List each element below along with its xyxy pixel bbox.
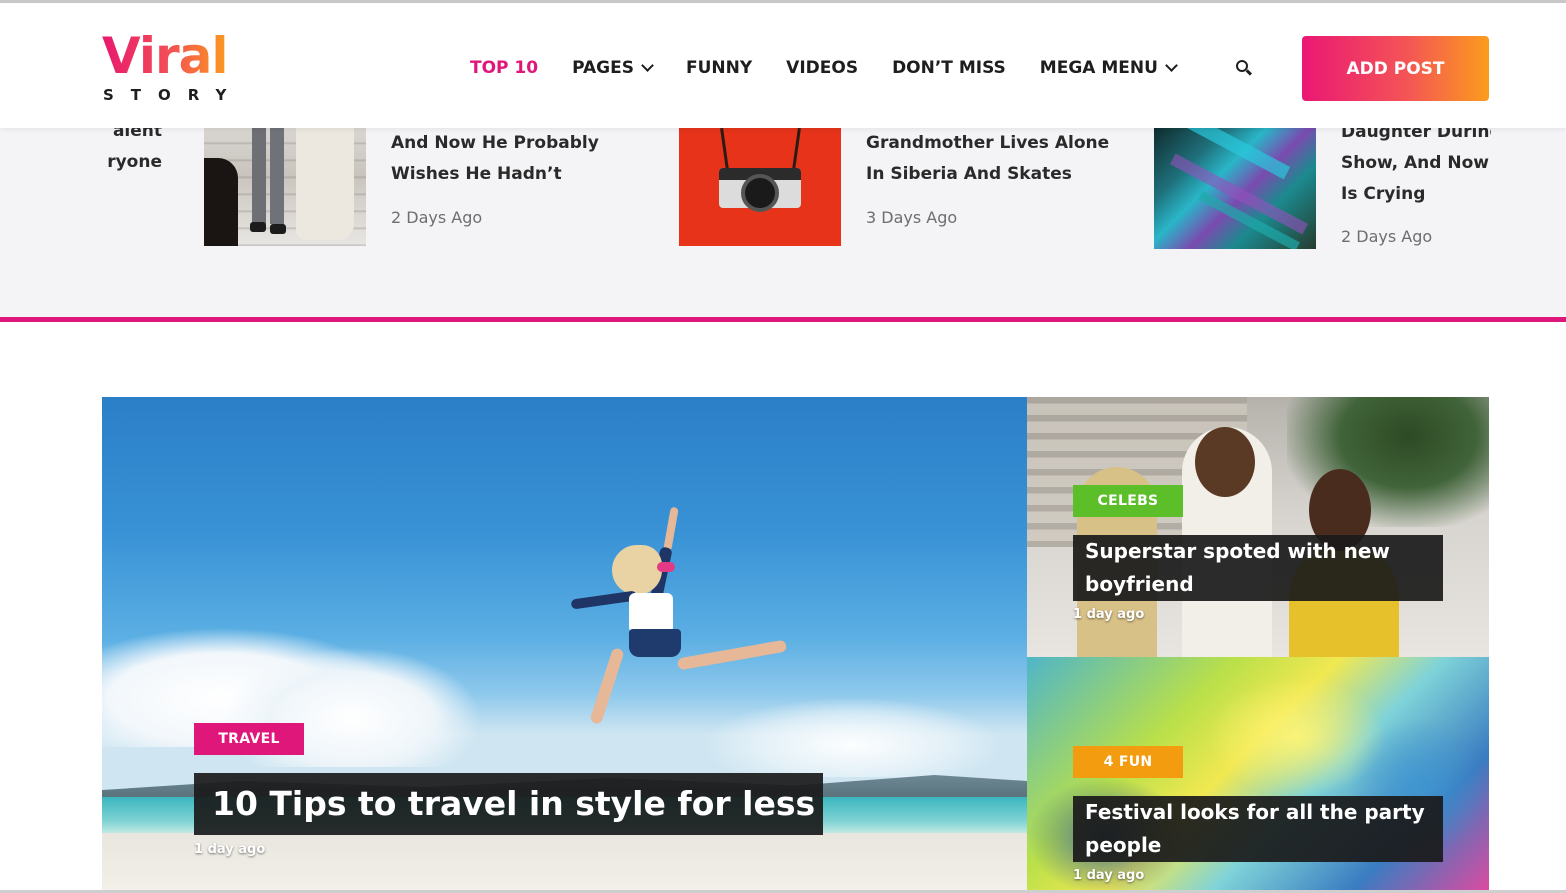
nav-item-label: TOP 10 — [470, 58, 539, 78]
trending-item-time: 2 Days Ago — [391, 208, 483, 227]
featured-main-title[interactable]: 10 Tips to travel in style for less — [194, 773, 823, 835]
main-nav: TOP 10 PAGES FUNNY VIDEOS DON’T MISS MEG… — [470, 56, 1210, 80]
nav-item-label: PAGES — [572, 58, 634, 78]
section-divider — [0, 317, 1566, 322]
nav-item-pages[interactable]: PAGES — [572, 58, 654, 78]
nav-item-videos[interactable]: VIDEOS — [786, 58, 858, 78]
add-post-button[interactable]: ADD POST — [1302, 36, 1489, 101]
nav-item-dont-miss[interactable]: DON’T MISS — [892, 58, 1006, 78]
site-header: Viral STORY TOP 10 PAGES FUNNY VIDEOS DO… — [0, 3, 1566, 128]
featured-side-time: 1 day ago — [1073, 868, 1145, 883]
featured-side-title[interactable]: Festival looks for all the party people — [1073, 796, 1443, 862]
chevron-down-icon — [641, 59, 654, 72]
trending-item-image[interactable] — [204, 128, 366, 246]
trending-item-time: 3 Days Ago — [866, 208, 958, 227]
search-icon-handle — [1245, 69, 1253, 76]
featured-side-title[interactable]: Superstar spoted with new boyfriend — [1073, 535, 1443, 601]
nav-item-top-10[interactable]: TOP 10 — [470, 58, 538, 78]
trending-item-title: alent ryone — [107, 128, 162, 172]
nav-item-funny[interactable]: FUNNY — [686, 58, 752, 78]
category-badge-travel[interactable]: TRAVEL — [194, 723, 304, 755]
featured-main-time: 1 day ago — [194, 842, 266, 857]
site-logo[interactable]: Viral STORY — [102, 29, 247, 105]
category-badge-4-fun[interactable]: 4 FUN — [1073, 746, 1183, 778]
trending-item-partial[interactable]: alent ryone — [102, 128, 162, 208]
trending-item-title[interactable]: Grandmother Lives Alone In Siberia And S… — [866, 128, 1109, 190]
nav-item-label: VIDEOS — [786, 58, 859, 78]
trending-item-title[interactable]: Daughter During Show, And Now Is Crying — [1341, 128, 1491, 210]
logo-wordmark: Viral — [102, 27, 228, 85]
nav-item-label: MEGA MENU — [1039, 58, 1158, 78]
search-icon[interactable] — [1235, 59, 1253, 77]
trending-item-title[interactable]: And Now He Probably Wishes He Hadn’t — [391, 128, 599, 190]
nav-item-mega-menu[interactable]: MEGA MENU — [1039, 58, 1178, 78]
trending-item-image[interactable] — [679, 128, 841, 246]
logo-tagline: STORY — [103, 86, 244, 104]
nav-item-label: DON’T MISS — [892, 58, 1006, 78]
featured-side-time: 1 day ago — [1073, 607, 1145, 622]
trending-item-time: 2 Days Ago — [1341, 227, 1433, 246]
nav-item-label: FUNNY — [685, 58, 753, 78]
category-badge-celebs[interactable]: CELEBS — [1073, 485, 1183, 517]
chevron-down-icon — [1165, 59, 1178, 72]
trending-item-image[interactable] — [1154, 128, 1316, 249]
jumping-person — [557, 506, 797, 747]
trending-strip: alent ryone And Now He Probably Wishes H… — [0, 128, 1566, 317]
